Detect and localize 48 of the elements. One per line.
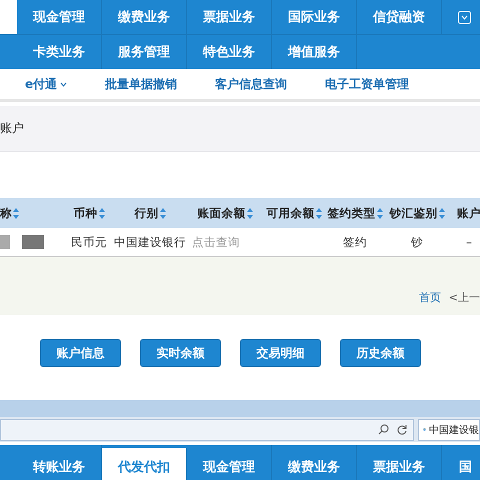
column-header: 钞汇鉴别: [390, 206, 438, 220]
table-cell: 中国建设银行: [114, 234, 186, 248]
table-cell: –: [466, 235, 472, 249]
search-icon[interactable]: [378, 424, 389, 435]
sort-icon[interactable]: [246, 208, 252, 219]
sort-icon[interactable]: [160, 208, 166, 219]
pagination-link[interactable]: <上一: [448, 290, 480, 305]
browser-tab[interactable]: 中国建设银: [418, 418, 480, 440]
nav-tab[interactable]: 国: [442, 445, 480, 480]
menu-link[interactable]: 批量单据撤销: [105, 76, 178, 92]
column-header: 账面余额: [198, 206, 246, 220]
redaction-block: [0, 235, 10, 249]
nav-tab[interactable]: 服务管理: [102, 35, 187, 69]
panel-title: 账户: [0, 120, 24, 137]
table-cell: 民币元: [71, 234, 107, 248]
refresh-icon[interactable]: [397, 424, 407, 434]
sort-icon[interactable]: [438, 208, 444, 219]
sort-icon[interactable]: [376, 208, 382, 219]
sort-icon[interactable]: [98, 208, 104, 219]
sort-icon[interactable]: [316, 208, 322, 219]
column-header: 签约类型: [328, 206, 376, 220]
table-cell: 签约: [343, 234, 367, 248]
nav-tab[interactable]: 缴费业务: [272, 445, 357, 480]
nav-tab[interactable]: 卡类业务: [17, 35, 102, 69]
action-button[interactable]: 历史余额: [340, 339, 421, 367]
nav-tab[interactable]: 代发代扣: [102, 448, 187, 480]
sort-icon[interactable]: [13, 208, 19, 219]
menu-link[interactable]: e付通: [25, 76, 68, 92]
redaction-block: [22, 235, 44, 249]
action-button[interactable]: 交易明细: [240, 339, 321, 367]
pagination-link[interactable]: 首页: [418, 290, 441, 305]
query-link[interactable]: 点击查询: [192, 234, 240, 248]
action-button[interactable]: 账户信息: [40, 339, 121, 367]
nav-tab[interactable]: 特色业务: [187, 35, 272, 69]
nav-tab[interactable]: 现金管理: [187, 445, 272, 480]
column-header: 行别: [134, 206, 158, 220]
menu-link[interactable]: 电子工资单管理: [325, 76, 410, 92]
column-header: 称: [0, 206, 12, 220]
nav-tab[interactable]: 票据业务: [357, 445, 442, 480]
table-cell: 钞: [411, 234, 423, 248]
column-header: 账户: [457, 206, 480, 220]
column-header: 币种: [74, 206, 98, 220]
menu-link[interactable]: 客户信息查询: [215, 76, 288, 92]
column-header: 可用余额: [266, 206, 314, 220]
dropdown-icon[interactable]: [458, 10, 471, 24]
nav-tab[interactable]: 增值服务: [272, 35, 357, 69]
action-button[interactable]: 实时余额: [140, 339, 221, 367]
header-panel: [0, 0, 17, 34]
